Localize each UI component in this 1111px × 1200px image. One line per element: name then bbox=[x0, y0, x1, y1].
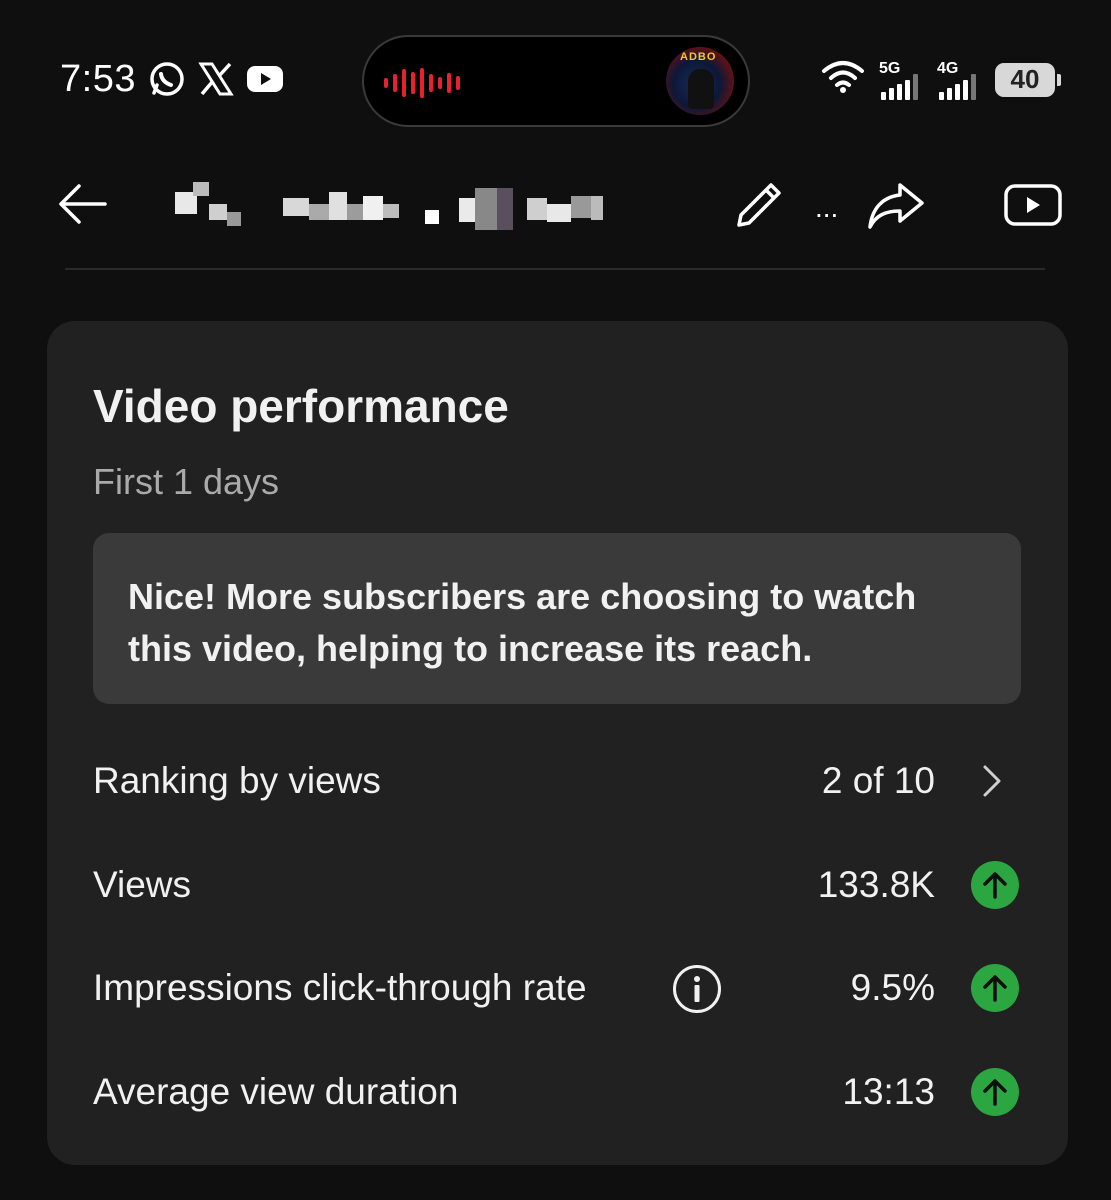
signal-5g-icon: 5G bbox=[879, 60, 923, 100]
status-indicators: 5G 4G 40 bbox=[821, 58, 1061, 101]
share-icon bbox=[868, 183, 924, 229]
metric-value: 9.5% bbox=[850, 967, 935, 1008]
album-art-thumbnail[interactable]: ADBO bbox=[666, 47, 734, 115]
x-icon bbox=[198, 61, 234, 97]
metric-label: Average view duration bbox=[93, 1071, 459, 1112]
dynamic-island-media[interactable]: ADBO bbox=[362, 35, 750, 127]
arrow-left-icon bbox=[59, 184, 107, 224]
status-app-icons bbox=[148, 60, 284, 98]
signal-4g-icon: 4G bbox=[937, 60, 981, 100]
status-bar: 7:53 ADBO 5G 4G 40 bbox=[0, 0, 1111, 160]
metric-value: 13:13 bbox=[842, 1071, 935, 1112]
metric-row-avg-duration: Average view duration 13:13 bbox=[93, 1062, 1021, 1122]
insight-text: Nice! More subscribers are choosing to w… bbox=[128, 576, 917, 669]
youtube-play-button[interactable] bbox=[1000, 174, 1066, 236]
youtube-icon bbox=[246, 64, 284, 94]
chevron-right-icon bbox=[977, 763, 1007, 799]
insight-box: Nice! More subscribers are choosing to w… bbox=[93, 533, 1021, 704]
header-divider bbox=[65, 268, 1045, 270]
ranking-row[interactable]: Ranking by views 2 of 10 bbox=[93, 751, 1021, 811]
ranking-label: Ranking by views bbox=[93, 760, 381, 801]
back-button[interactable] bbox=[52, 174, 112, 234]
metric-label: Impressions click-through rate bbox=[93, 967, 587, 1008]
battery-indicator: 40 bbox=[995, 62, 1061, 97]
video-performance-card: Video performance First 1 days Nice! Mor… bbox=[47, 321, 1068, 1165]
edit-button[interactable] bbox=[728, 174, 790, 236]
card-title: Video performance bbox=[93, 380, 509, 432]
trend-up-icon bbox=[971, 964, 1019, 1012]
status-time: 7:53 bbox=[60, 58, 136, 100]
card-subtitle: First 1 days bbox=[93, 461, 280, 502]
ranking-value: 2 of 10 bbox=[821, 760, 935, 801]
metric-row-views: Views 133.8K bbox=[93, 855, 1021, 915]
metric-label: Views bbox=[93, 864, 192, 905]
trend-up-icon bbox=[971, 861, 1019, 909]
metric-value: 133.8K bbox=[817, 864, 935, 905]
whatsapp-icon bbox=[148, 60, 186, 98]
video-title-redacted: ... bbox=[175, 174, 838, 234]
youtube-play-icon bbox=[1004, 184, 1062, 226]
trend-up-icon bbox=[971, 1068, 1019, 1116]
top-toolbar: ... bbox=[0, 160, 1111, 250]
info-icon[interactable] bbox=[673, 965, 721, 1013]
share-button[interactable] bbox=[864, 174, 928, 236]
wifi-icon bbox=[821, 58, 865, 101]
audio-waveform-icon bbox=[384, 67, 460, 99]
pencil-icon bbox=[737, 183, 781, 227]
metric-row-ctr: Impressions click-through rate 9.5% bbox=[93, 958, 1021, 1018]
